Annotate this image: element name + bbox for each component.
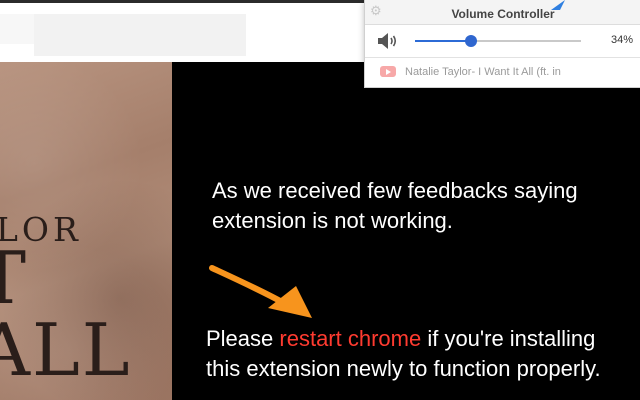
notice-line-4: this extension newly to function properl… [206,356,601,381]
restart-chrome-highlight: restart chrome [279,326,422,351]
speaker-icon[interactable] [377,32,399,50]
arrow-icon [209,265,312,318]
album-artwork: LOR T ALL [0,62,172,400]
volume-controller-popup: ⚙ Volume Controller 34% Natalie Taylor- … [364,0,640,88]
youtube-icon [380,66,396,77]
volume-percent: 34% [610,34,633,46]
notice-text-bottom: Please restart chrome if you're installi… [206,324,640,384]
volume-slider-thumb[interactable] [465,35,478,47]
popup-header: ⚙ Volume Controller [365,0,640,25]
notice-line-2: extension is not working. [212,208,453,233]
volume-row: 34% [365,25,640,58]
notice-text-top: As we received few feedbacks saying exte… [212,176,632,236]
notice-line-1: As we received few feedbacks saying [212,178,578,203]
popup-title: Volume Controller [451,7,555,21]
notice-line-3: Please restart chrome if you're installi… [206,324,640,354]
volume-slider-fill [415,40,472,42]
address-bar-segment [0,14,34,44]
notice-line-3-pre: Please [206,326,280,351]
artwork-text-large: T ALL [0,236,132,392]
pointer-icon [551,0,565,10]
audio-tab-item[interactable]: Natalie Taylor- I Want It All (ft. in [365,58,640,88]
address-bar[interactable] [34,14,246,56]
screenshot: LOR T ALL As we received few feedbacks s… [0,0,640,400]
audio-tab-title[interactable]: Natalie Taylor- I Want It All (ft. in [405,66,561,78]
volume-slider[interactable] [415,35,581,47]
notice-line-3-post: if you're installing [421,326,596,351]
